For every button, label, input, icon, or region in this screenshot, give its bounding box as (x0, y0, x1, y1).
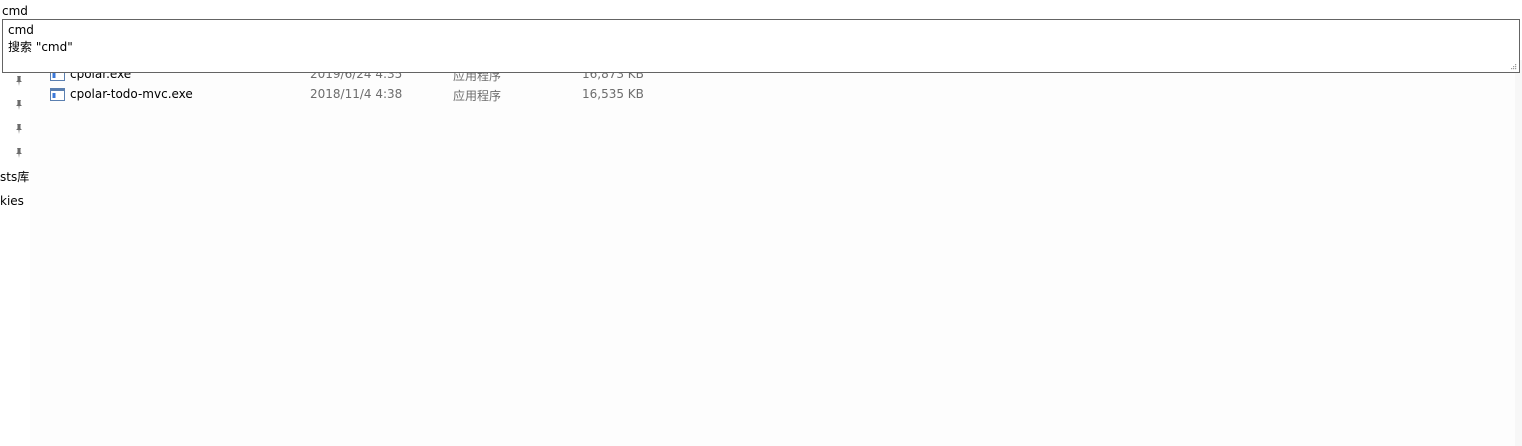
exe-file-icon (50, 88, 65, 101)
file-row[interactable]: cpolar-todo-mvc.exe 2018/11/4 4:38 应用程序 … (30, 83, 1515, 105)
nav-item-label[interactable]: kies (0, 194, 24, 208)
file-type: 应用程序 (453, 89, 502, 103)
file-explorer-window: cmd sts库 kies cpolar.exe 2019/6/24 4:35 … (0, 0, 1522, 446)
nav-item-label[interactable]: sts库 (0, 170, 29, 184)
pin-icon[interactable] (13, 123, 25, 135)
file-size: 16,535 KB (582, 87, 644, 101)
vertical-scrollbar[interactable] (1515, 60, 1522, 446)
suggestion-item[interactable]: cmd (8, 23, 34, 38)
resize-grip-icon[interactable] (1511, 64, 1517, 70)
navigation-pane: sts库 kies (0, 74, 30, 446)
file-list: cpolar.exe 2019/6/24 4:35 应用程序 16,873 KB… (30, 60, 1522, 446)
pin-icon[interactable] (13, 147, 25, 159)
pin-icon[interactable] (13, 75, 25, 87)
file-date: 2018/11/4 4:38 (310, 87, 403, 101)
address-suggestions-dropdown: cmd 搜索 "cmd" (2, 19, 1520, 73)
pin-icon[interactable] (13, 99, 25, 111)
file-name: cpolar-todo-mvc.exe (70, 87, 193, 101)
suggestion-item-search[interactable]: 搜索 "cmd" (8, 40, 73, 55)
address-bar-text[interactable]: cmd (2, 3, 28, 19)
